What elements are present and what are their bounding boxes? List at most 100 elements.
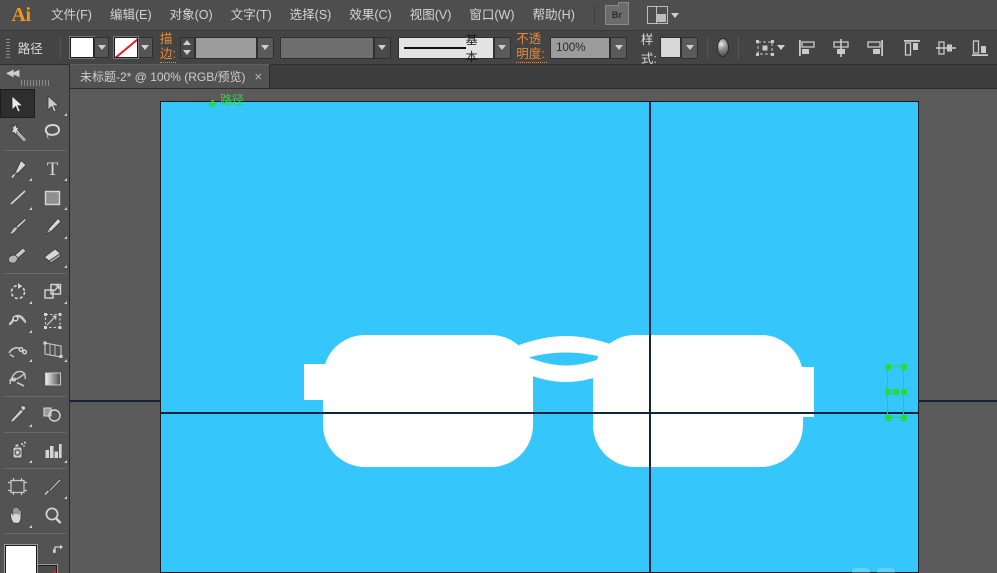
artboard-tool[interactable] bbox=[0, 472, 35, 501]
divider bbox=[738, 36, 739, 60]
selection-bounding-box[interactable] bbox=[887, 366, 904, 418]
width-profile-combo[interactable] bbox=[280, 37, 391, 59]
direct-selection-tool[interactable] bbox=[35, 89, 70, 118]
opacity-combo[interactable]: 100% bbox=[550, 37, 627, 59]
workspace-switcher-button[interactable] bbox=[647, 6, 679, 24]
zoom-tool[interactable] bbox=[35, 501, 70, 530]
gradient-tool[interactable] bbox=[35, 364, 70, 393]
graphic-style-dropdown-arrow[interactable] bbox=[681, 37, 698, 59]
menu-help[interactable]: 帮助(H) bbox=[524, 0, 584, 31]
selection-handle-top-left[interactable] bbox=[885, 364, 891, 370]
control-bar: 路径 描边: bbox=[0, 31, 997, 65]
blob-brush-tool[interactable] bbox=[0, 241, 35, 270]
artboard[interactable] bbox=[160, 101, 919, 573]
eraser-tool[interactable] bbox=[35, 241, 70, 270]
pencil-tool[interactable] bbox=[35, 212, 70, 241]
fill-dropdown-arrow[interactable] bbox=[94, 37, 109, 58]
lasso-tool[interactable] bbox=[35, 118, 70, 147]
bridge-icon[interactable]: Br bbox=[605, 5, 629, 25]
stroke-dropdown-arrow[interactable] bbox=[138, 37, 153, 58]
cursor-icon: ✚ bbox=[208, 98, 217, 111]
align-center-horizontal-icon[interactable] bbox=[831, 39, 851, 57]
magic-wand-tool[interactable] bbox=[0, 118, 35, 147]
width-profile-dropdown-arrow[interactable] bbox=[374, 37, 391, 59]
mesh-tool[interactable] bbox=[0, 364, 35, 393]
brush-definition-combo[interactable]: 基本 bbox=[398, 37, 511, 59]
selection-handle-bottom-right[interactable] bbox=[901, 415, 907, 421]
fill-swatch[interactable] bbox=[70, 37, 94, 58]
align-right-icon[interactable] bbox=[865, 39, 885, 57]
pen-tool[interactable] bbox=[0, 154, 35, 183]
menu-view[interactable]: 视图(V) bbox=[401, 0, 461, 31]
stroke-weight-dropdown-arrow[interactable] bbox=[257, 37, 274, 59]
swap-fill-stroke-icon[interactable] bbox=[52, 543, 66, 557]
menu-type[interactable]: 文字(T) bbox=[222, 0, 281, 31]
hand-tool[interactable] bbox=[0, 501, 35, 530]
column-graph-tool[interactable] bbox=[35, 436, 70, 465]
style-label: 样式: bbox=[641, 29, 657, 67]
align-bottom-icon[interactable] bbox=[970, 39, 990, 57]
rotate-tool[interactable] bbox=[0, 277, 35, 306]
selection-handle-bottom-left[interactable] bbox=[885, 415, 891, 421]
tool-more-indicator-icon bbox=[64, 265, 67, 268]
opacity-dropdown-arrow[interactable] bbox=[610, 37, 627, 59]
stroke-weight-input[interactable] bbox=[195, 37, 257, 59]
align-left-icon[interactable] bbox=[797, 39, 817, 57]
tool-more-indicator-icon bbox=[64, 113, 67, 116]
align-center-vertical-icon[interactable] bbox=[936, 39, 956, 57]
align-top-icon[interactable] bbox=[902, 39, 922, 57]
stroke-color-control[interactable] bbox=[114, 37, 153, 58]
type-tool[interactable]: T bbox=[35, 154, 70, 183]
opacity-label[interactable]: 不透明度: bbox=[516, 32, 547, 63]
brush-definition-input[interactable]: 基本 bbox=[398, 37, 494, 59]
eyedropper-tool[interactable] bbox=[0, 400, 35, 429]
selection-handle-top-right[interactable] bbox=[901, 364, 907, 370]
menu-select[interactable]: 选择(S) bbox=[281, 0, 341, 31]
sunglasses-shape[interactable] bbox=[161, 102, 918, 572]
stroke-weight-label[interactable]: 描边: bbox=[160, 32, 176, 63]
stroke-weight-combo[interactable] bbox=[180, 37, 274, 59]
shape-builder-tool[interactable] bbox=[0, 335, 35, 364]
perspective-grid-tool[interactable] bbox=[35, 335, 70, 364]
smart-guide-label: 路径 bbox=[220, 91, 244, 108]
document-tab-title: 未标题-2* @ 100% (RGB/预览) bbox=[80, 68, 246, 85]
fill-color-box[interactable] bbox=[5, 545, 37, 573]
graphic-style-swatch[interactable] bbox=[660, 37, 681, 58]
menu-file[interactable]: 文件(F) bbox=[42, 0, 101, 31]
symbol-sprayer-tool[interactable] bbox=[0, 436, 35, 465]
stroke-weight-stepper[interactable] bbox=[180, 37, 195, 59]
menu-edit[interactable]: 编辑(E) bbox=[101, 0, 161, 31]
scale-tool[interactable] bbox=[35, 277, 70, 306]
tools-panel-grip[interactable] bbox=[21, 80, 49, 86]
width-profile-input[interactable] bbox=[280, 37, 374, 59]
canvas-area[interactable]: ✚ 路径 bbox=[70, 89, 997, 573]
document-tab[interactable]: 未标题-2* @ 100% (RGB/预览) × bbox=[70, 64, 270, 88]
blend-tool[interactable] bbox=[35, 400, 70, 429]
collapse-panel-icon[interactable]: ◀◀ bbox=[6, 68, 17, 79]
rectangle-tool[interactable] bbox=[35, 183, 70, 212]
brush-definition-dropdown-arrow[interactable] bbox=[494, 37, 511, 59]
opacity-input[interactable]: 100% bbox=[550, 37, 610, 59]
stepper-down-icon bbox=[183, 50, 191, 55]
free-transform-tool[interactable] bbox=[35, 306, 70, 335]
fill-color-control[interactable] bbox=[70, 37, 109, 58]
selection-handle-middle-left[interactable] bbox=[885, 389, 891, 395]
graphic-style-combo[interactable] bbox=[660, 37, 698, 59]
transform-panel-icon[interactable] bbox=[755, 39, 775, 57]
close-icon[interactable]: × bbox=[255, 70, 263, 83]
selection-handle-middle-right[interactable] bbox=[901, 389, 907, 395]
chevron-down-icon[interactable] bbox=[777, 45, 785, 50]
control-bar-grip[interactable] bbox=[4, 37, 10, 59]
slice-tool[interactable] bbox=[35, 472, 70, 501]
appearance-sphere-icon[interactable] bbox=[717, 38, 729, 57]
paintbrush-tool[interactable] bbox=[0, 212, 35, 241]
width-tool[interactable] bbox=[0, 306, 35, 335]
menu-effect[interactable]: 效果(C) bbox=[340, 0, 400, 31]
line-segment-tool[interactable] bbox=[0, 183, 35, 212]
menu-window[interactable]: 窗口(W) bbox=[460, 0, 523, 31]
tool-divider bbox=[4, 432, 66, 433]
menu-divider bbox=[594, 5, 595, 25]
selection-tool[interactable] bbox=[0, 89, 35, 118]
stroke-swatch-none[interactable] bbox=[114, 37, 138, 58]
menu-object[interactable]: 对象(O) bbox=[161, 0, 222, 31]
